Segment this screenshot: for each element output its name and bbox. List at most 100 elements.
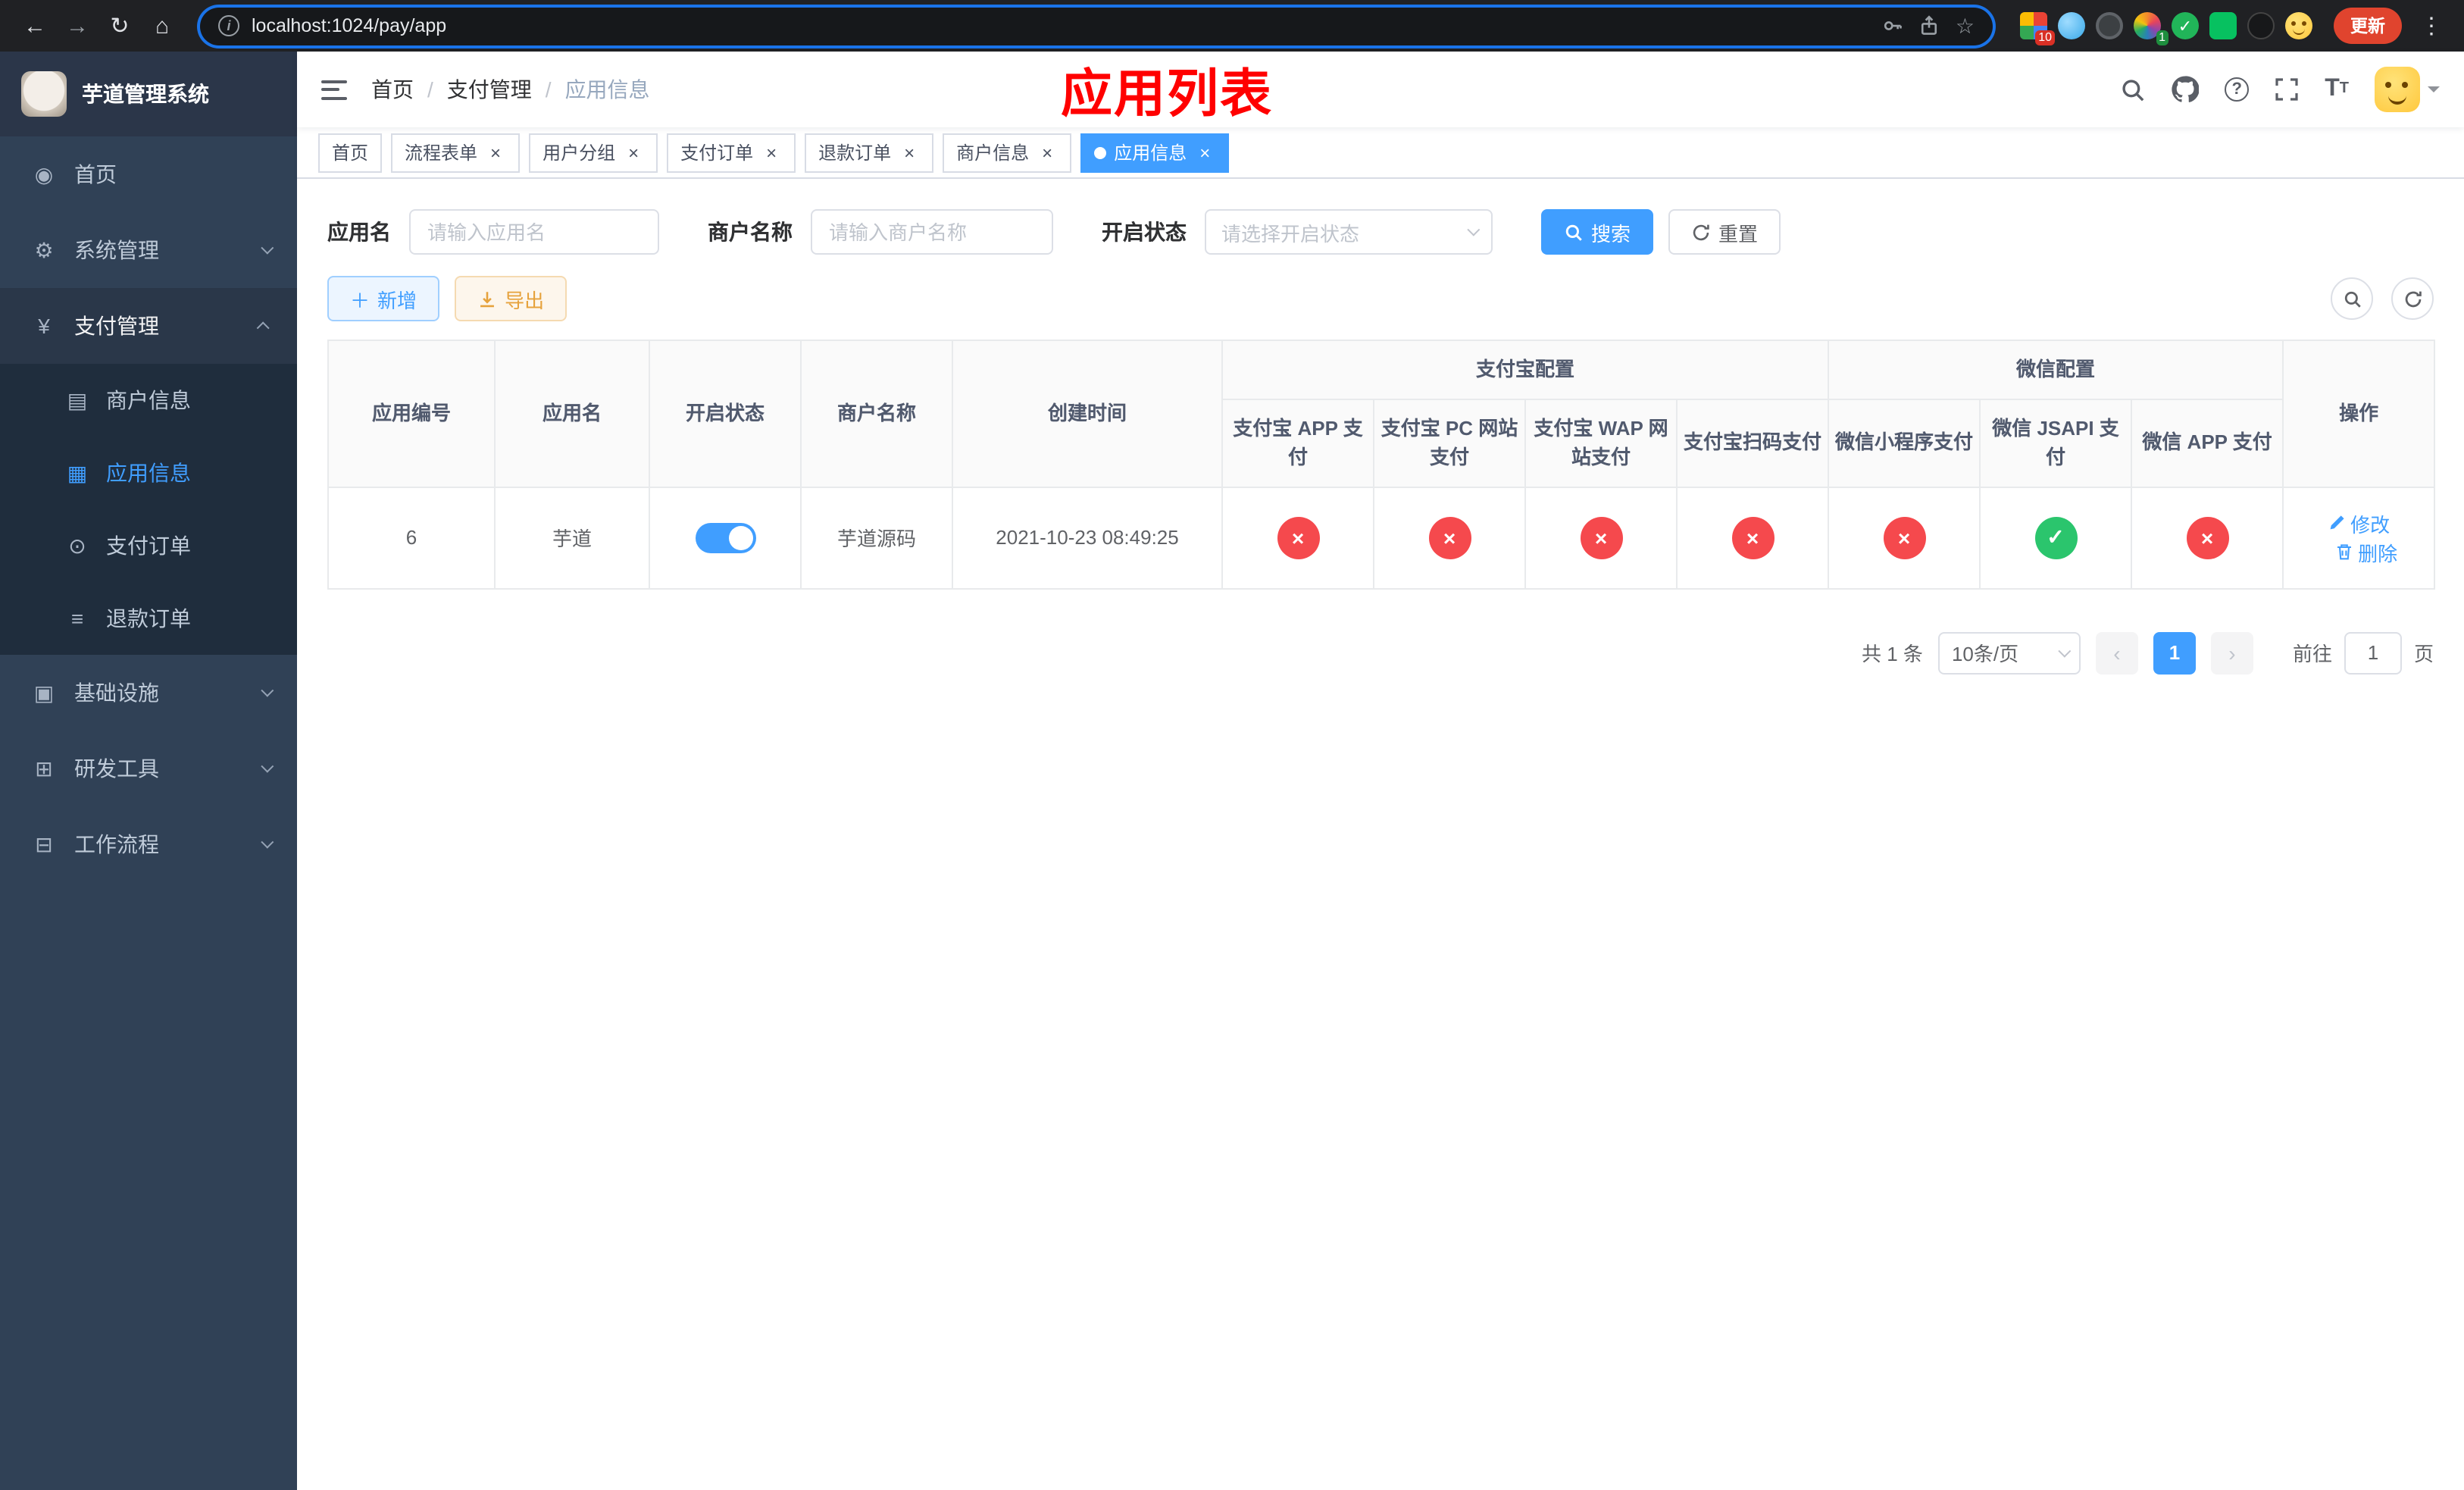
sidebar-item-infrastructure[interactable]: ▣ 基础设施: [0, 655, 297, 731]
extension-dark-icon[interactable]: [2096, 12, 2123, 39]
prev-page-button[interactable]: ‹: [2095, 631, 2138, 674]
filter-merchant: 商户名称: [708, 209, 1053, 255]
close-icon[interactable]: ×: [485, 142, 506, 163]
share-icon[interactable]: [1919, 15, 1940, 36]
merchant-label: 商户名称: [708, 220, 793, 244]
sidebar-item-app-info[interactable]: ▦ 应用信息: [0, 437, 297, 509]
table-row: 6 芋道 芋道源码 2021-10-23 08:49:25 × × × × ×: [327, 486, 2436, 589]
browser-forward-icon[interactable]: →: [58, 6, 97, 45]
current-page-button[interactable]: 1: [2153, 631, 2196, 674]
sidebar-item-system[interactable]: ⚙ 系统管理: [0, 212, 297, 288]
delete-button[interactable]: 删除: [2335, 537, 2397, 566]
extension-grid-icon[interactable]: 10: [2020, 12, 2055, 45]
toggle-search-button[interactable]: [2331, 277, 2373, 320]
gear-icon: ⚙: [34, 237, 54, 261]
browser-menu-icon[interactable]: ⋮: [2414, 12, 2449, 39]
merchant-input[interactable]: [811, 209, 1053, 255]
breadcrumb-current: 应用信息: [564, 77, 650, 102]
breadcrumb-home[interactable]: 首页: [371, 74, 414, 105]
sidebar-item-workflow[interactable]: ⊟ 工作流程: [0, 806, 297, 882]
goto-label: 前往: [2292, 643, 2332, 665]
filter-app-name: 应用名: [327, 209, 659, 255]
fullscreen-icon[interactable]: [2275, 77, 2299, 102]
close-icon[interactable]: ×: [1194, 142, 1215, 163]
url-text[interactable]: localhost:1024/pay/app: [252, 15, 1871, 36]
page-size-select[interactable]: 10条/页: [1937, 631, 2081, 674]
sidebar-collapse-icon[interactable]: [321, 80, 347, 99]
col-wechat-jsapi: 微信 JSAPI 支付: [1979, 398, 2133, 487]
browser-home-icon[interactable]: ⌂: [142, 6, 182, 45]
filter-status: 开启状态 请选择开启状态: [1102, 209, 1493, 255]
sidebar-item-dev-tools[interactable]: ⊞ 研发工具: [0, 731, 297, 806]
col-ops: 操作: [2282, 340, 2436, 487]
cell-ops: 修改 删除: [2282, 486, 2436, 589]
app-shell: 芋道管理系统 ◉ 首页 ⚙ 系统管理 ¥ 支付管理 ▤ 商户信息 ▦ 应用信息 …: [0, 52, 2464, 1490]
extension-blue-icon[interactable]: [2058, 12, 2085, 39]
close-icon[interactable]: ×: [761, 142, 782, 163]
close-icon[interactable]: ×: [1037, 142, 1058, 163]
tab-payment-orders[interactable]: 支付订单 ×: [667, 133, 796, 172]
address-bar[interactable]: i localhost:1024/pay/app ☆: [200, 7, 1993, 45]
goto-page-input[interactable]: [2344, 631, 2402, 674]
tab-home[interactable]: 首页: [318, 133, 383, 172]
close-icon[interactable]: ×: [899, 142, 920, 163]
browser-reload-icon[interactable]: ↻: [100, 6, 139, 45]
active-tab-dot: [1094, 146, 1107, 158]
apps-table: 应用编号 应用名 开启状态 商户名称 创建时间 支付宝配置 微信配置 操作 支付…: [327, 340, 2436, 589]
alipay-app-status-icon: ×: [1277, 516, 1319, 559]
password-key-icon[interactable]: [1883, 15, 1904, 36]
document-icon: ≡: [70, 606, 84, 631]
site-info-icon[interactable]: i: [218, 15, 239, 36]
next-page-button[interactable]: ›: [2210, 631, 2253, 674]
app-title: 芋道管理系统: [82, 82, 209, 106]
col-alipay-wap: 支付宝 WAP 网站支付: [1524, 398, 1678, 487]
chevron-down-icon: [2058, 643, 2072, 657]
cell-app-id: 6: [327, 486, 496, 589]
add-button[interactable]: ＋ 新增: [327, 276, 440, 321]
tab-process-form[interactable]: 流程表单 ×: [391, 133, 521, 172]
browser-update-button[interactable]: 更新: [2334, 8, 2402, 44]
col-alipay-app: 支付宝 APP 支付: [1221, 398, 1374, 487]
tags-view: 首页 流程表单 × 用户分组 × 支付订单 × 退款订单 × 商户信息 × 应用…: [297, 127, 2464, 179]
search-icon[interactable]: [2120, 77, 2146, 102]
github-icon[interactable]: [2172, 76, 2200, 103]
extension-rainbow-icon[interactable]: 1: [2134, 12, 2169, 45]
tab-refund-orders[interactable]: 退款订单 ×: [805, 133, 934, 172]
app-logo-row[interactable]: 芋道管理系统: [0, 52, 297, 136]
sidebar-item-home[interactable]: ◉ 首页: [0, 136, 297, 212]
order-icon: ⊙: [68, 533, 86, 557]
extension-wechat-devtools-icon[interactable]: [2209, 12, 2237, 39]
col-created-at: 创建时间: [952, 340, 1223, 487]
table-toolbar: ＋ 新增 导出: [327, 276, 2434, 321]
col-wechat-mini: 微信小程序支付: [1828, 398, 1981, 487]
tab-merchant-info[interactable]: 商户信息 ×: [943, 133, 1072, 172]
edit-button[interactable]: 修改: [2328, 509, 2390, 537]
user-menu[interactable]: [2375, 67, 2440, 112]
sidebar-item-payment[interactable]: ¥ 支付管理: [0, 288, 297, 364]
status-select[interactable]: 请选择开启状态: [1205, 209, 1493, 255]
sidebar-item-refund-orders[interactable]: ≡ 退款订单: [0, 582, 297, 655]
extension-green-circle-icon[interactable]: [2172, 12, 2199, 39]
tab-app-info[interactable]: 应用信息 ×: [1080, 133, 1230, 172]
help-icon[interactable]: ?: [2225, 77, 2250, 102]
browser-toolbar: ← → ↻ ⌂ i localhost:1024/pay/app ☆ 10 1: [0, 0, 2464, 52]
font-size-icon[interactable]: TT: [2325, 77, 2349, 102]
export-button[interactable]: 导出: [455, 276, 568, 321]
sidebar-item-payment-orders[interactable]: ⊙ 支付订单: [0, 509, 297, 582]
enabled-toggle[interactable]: [695, 522, 755, 552]
avatar[interactable]: [2375, 67, 2420, 112]
extension-puzzle-icon[interactable]: [2247, 12, 2275, 39]
goto-suffix: 页: [2413, 643, 2434, 665]
close-icon[interactable]: ×: [623, 142, 644, 163]
chevron-down-icon: [1467, 223, 1481, 236]
extension-emoji-icon[interactable]: [2285, 12, 2312, 39]
app-name-input[interactable]: [409, 209, 659, 255]
sidebar-item-merchant-info[interactable]: ▤ 商户信息: [0, 364, 297, 437]
search-button[interactable]: 搜索: [1541, 209, 1654, 255]
bookmark-star-icon[interactable]: ☆: [1956, 13, 1975, 39]
browser-back-icon[interactable]: ←: [15, 6, 55, 45]
reset-button[interactable]: 重置: [1668, 209, 1781, 255]
breadcrumb-payment[interactable]: 支付管理: [447, 74, 532, 105]
refresh-button[interactable]: [2391, 277, 2434, 320]
tab-user-group[interactable]: 用户分组 ×: [529, 133, 658, 172]
